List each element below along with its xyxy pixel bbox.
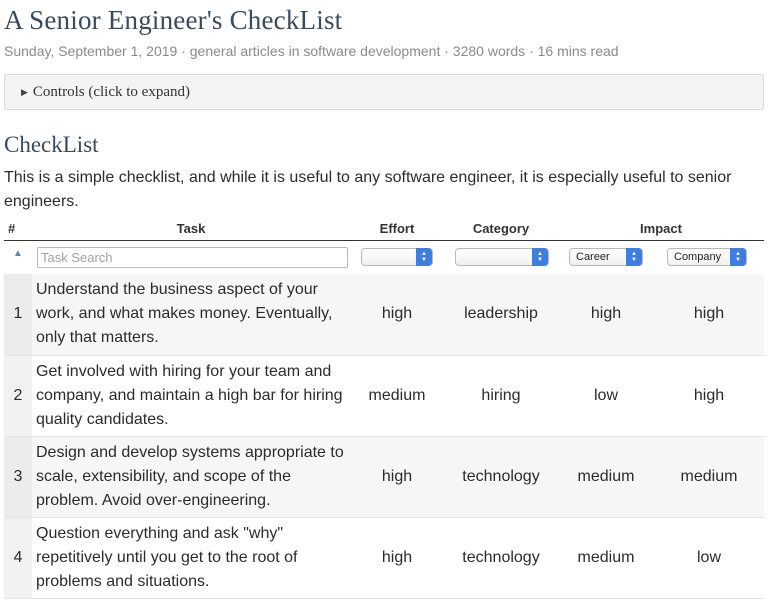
article-word-count: 3280 words bbox=[452, 43, 526, 59]
row-task: Design and develop systems appropriate t… bbox=[32, 436, 350, 518]
row-task: Understand the business aspect of your w… bbox=[32, 274, 350, 356]
row-career-impact: medium bbox=[558, 436, 654, 518]
controls-toggle[interactable]: ▶ Controls (click to expand) bbox=[4, 74, 764, 110]
select-arrows-icon: ▲ ▼ bbox=[730, 248, 746, 267]
row-company-impact: medium bbox=[654, 436, 764, 518]
table-row: 1 Understand the business aspect of your… bbox=[4, 274, 764, 356]
sort-ascending-icon[interactable]: ▲ bbox=[4, 248, 32, 259]
table-row: 2 Get involved with hiring for your team… bbox=[4, 355, 764, 437]
task-search-input[interactable] bbox=[37, 246, 348, 268]
row-company-impact: low bbox=[654, 517, 764, 599]
row-task: Get involved with hiring for your team a… bbox=[32, 355, 350, 437]
row-number: 3 bbox=[4, 436, 32, 518]
caret-right-icon: ▶ bbox=[21, 86, 28, 97]
meta-separator: · bbox=[440, 43, 453, 59]
row-company-impact: high bbox=[654, 274, 764, 356]
meta-separator: · bbox=[525, 43, 538, 59]
row-effort: high bbox=[350, 517, 444, 599]
row-company-impact: high bbox=[654, 355, 764, 437]
table-row: 3 Design and develop systems appropriate… bbox=[4, 436, 764, 518]
header-effort[interactable]: Effort bbox=[350, 218, 444, 241]
meta-separator: · bbox=[177, 43, 190, 59]
row-category: hiring bbox=[444, 355, 558, 437]
row-career-impact: low bbox=[558, 355, 654, 437]
header-category[interactable]: Category bbox=[444, 218, 558, 241]
article-meta: Sunday, September 1, 2019 · general arti… bbox=[4, 42, 764, 60]
checklist-table: # Task Effort Category Impact ▲ ▲▼ bbox=[4, 218, 764, 599]
row-category: technology bbox=[444, 436, 558, 518]
career-impact-filter-select[interactable]: Career ▲ ▼ bbox=[569, 248, 643, 267]
row-task: Question everything and ask "why" repeti… bbox=[32, 517, 350, 599]
category-filter-select[interactable]: ▲ ▼ bbox=[455, 248, 549, 267]
row-category: leadership bbox=[444, 274, 558, 356]
article-category-link[interactable]: general articles in software development bbox=[190, 43, 441, 59]
page: A Senior Engineer's CheckList Sunday, Se… bbox=[0, 0, 774, 604]
career-impact-filter-value: Career bbox=[576, 251, 610, 264]
row-effort: high bbox=[350, 274, 444, 356]
row-number: 1 bbox=[4, 274, 32, 356]
article-date: Sunday, September 1, 2019 bbox=[4, 43, 178, 59]
section-heading: CheckList bbox=[4, 132, 99, 157]
company-impact-filter-value: Company bbox=[674, 251, 722, 264]
row-career-impact: high bbox=[558, 274, 654, 356]
section-intro: This is a simple checklist, and while it… bbox=[4, 169, 732, 210]
row-effort: medium bbox=[350, 355, 444, 437]
select-arrows-icon: ▲ ▼ bbox=[532, 248, 548, 267]
row-career-impact: medium bbox=[558, 517, 654, 599]
controls-label: Controls (click to expand) bbox=[32, 83, 190, 100]
article-read-time: 16 mins read bbox=[537, 43, 619, 59]
header-num[interactable]: # bbox=[4, 218, 32, 241]
row-number: 2 bbox=[4, 355, 32, 437]
row-effort: high bbox=[350, 436, 444, 518]
select-arrows-icon: ▲ ▼ bbox=[626, 248, 642, 267]
company-impact-filter-select[interactable]: Company ▲ ▼ bbox=[667, 248, 747, 267]
header-impact[interactable]: Impact bbox=[558, 218, 764, 241]
row-number: 4 bbox=[4, 517, 32, 599]
table-row: 4 Question everything and ask "why" repe… bbox=[4, 517, 764, 599]
effort-filter-select[interactable]: ▲ ▼ bbox=[361, 248, 433, 267]
header-task[interactable]: Task bbox=[32, 218, 350, 241]
select-arrows-icon: ▲ ▼ bbox=[416, 248, 432, 267]
article-title: A Senior Engineer's CheckList bbox=[4, 5, 343, 35]
row-category: technology bbox=[444, 517, 558, 599]
